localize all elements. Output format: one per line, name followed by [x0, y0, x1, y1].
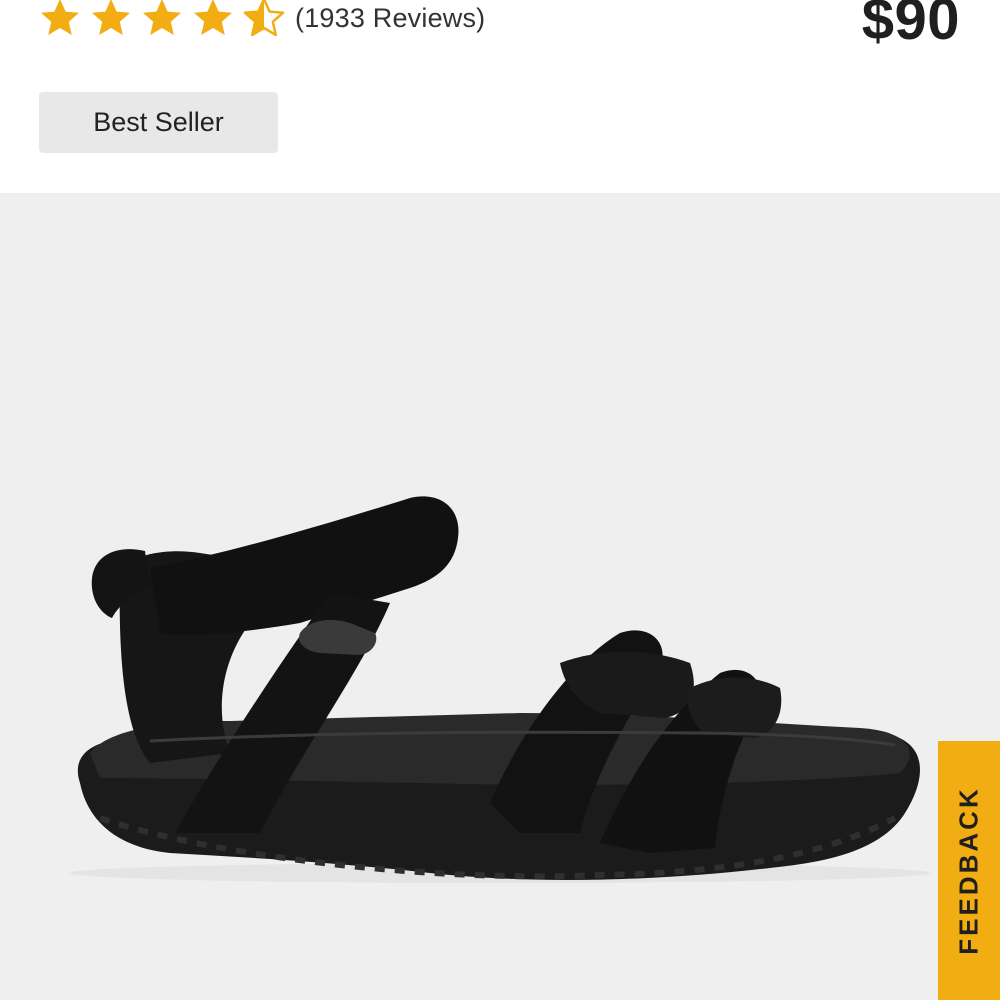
best-seller-badge: Best Seller — [39, 92, 278, 153]
feedback-label: FEEDBACK — [953, 786, 984, 955]
product-detail-page: (1933 Reviews) $90 Best Seller FEEDBACK — [0, 0, 1000, 1000]
star-rating — [38, 0, 293, 40]
star-icon — [38, 0, 82, 40]
star-icon — [191, 0, 235, 40]
star-icon — [140, 0, 184, 40]
rating-summary[interactable]: (1933 Reviews) — [38, 0, 485, 40]
feedback-button[interactable]: FEEDBACK — [938, 741, 1000, 1000]
product-image[interactable] — [0, 193, 1000, 1000]
product-price: $90 — [861, 0, 960, 52]
sandal-image — [70, 496, 930, 883]
sandal-toe-strap-4 — [688, 677, 782, 738]
review-count-link[interactable]: (1933 Reviews) — [295, 3, 485, 34]
half-star-icon — [242, 0, 286, 40]
star-icon — [89, 0, 133, 40]
sandal-ankle-strap — [150, 496, 459, 635]
